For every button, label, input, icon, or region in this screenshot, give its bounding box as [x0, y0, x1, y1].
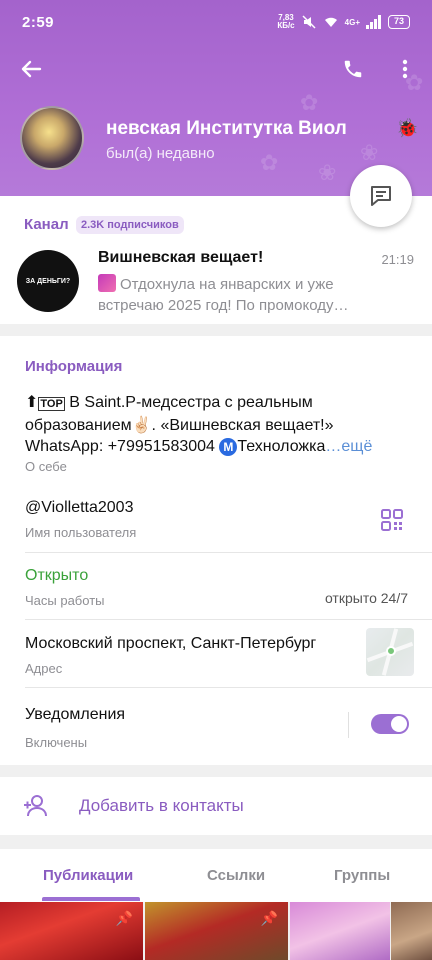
call-button[interactable] [338, 54, 368, 84]
network-type: 4G+ [344, 17, 360, 27]
pattern-doodle: ✿ [300, 90, 319, 115]
bio-line: Техноложка [237, 438, 326, 455]
map-thumbnail[interactable] [366, 628, 414, 676]
wifi-icon [324, 17, 337, 27]
divider [25, 687, 432, 688]
pin-icon: 📌 [260, 910, 278, 926]
channel-avatar[interactable]: ЗА ДЕНЬГИ? [17, 250, 79, 312]
media-thumbnail[interactable] [391, 902, 432, 960]
signal-icon [365, 15, 381, 29]
message-icon [371, 186, 391, 206]
pin-icon: 📌 [115, 910, 133, 926]
hours-label: Часы работы [25, 593, 105, 608]
status-icons: 7,83 КБ/с 4G+ 73 [277, 14, 410, 30]
hours-value: открыто 24/7 [324, 590, 408, 606]
battery-indicator: 73 [387, 15, 410, 29]
tab-groups[interactable]: Группы [334, 867, 390, 884]
status-bar: 2:59 7,83 КБ/с 4G+ 73 [0, 0, 432, 46]
info-header: Информация [25, 358, 123, 375]
arrow-left-icon [21, 60, 42, 78]
more-vertical-icon [402, 59, 408, 79]
bio-more-link[interactable]: …ещё [325, 438, 372, 455]
open-status: Открыто [25, 567, 89, 584]
tab-publications[interactable]: Публикации [43, 867, 133, 884]
bio-text[interactable]: ⬆ TOP В Saint.P-медсестра с реальным обра… [25, 392, 413, 457]
notifications-state: Включены [25, 735, 88, 750]
channel-title[interactable]: Вишневская вещает! [98, 249, 263, 267]
person-add-icon [24, 795, 47, 817]
last-seen-status: был(а) недавно [106, 145, 215, 162]
address-value: Московский проспект, Санкт-Петербург [25, 635, 317, 652]
divider [25, 619, 432, 620]
map-pin-icon [386, 646, 396, 656]
address-label: Адрес [25, 661, 63, 676]
channel-avatar-text: ЗА ДЕНЬГИ? [25, 277, 71, 285]
profile-avatar[interactable] [20, 106, 84, 170]
channel-message-time: 21:19 [381, 252, 414, 267]
pattern-doodle: ✿ [260, 150, 279, 175]
toggle-separator [348, 712, 349, 738]
profile-name-container: невская Институтка Виол [106, 118, 416, 144]
channel-label: Канал [24, 216, 69, 233]
pattern-doodle: ❀ [318, 160, 337, 185]
add-contact-button[interactable]: Добавить в контакты [0, 777, 432, 835]
status-time: 2:59 [22, 14, 55, 31]
qr-code-icon[interactable] [380, 508, 404, 532]
message-button[interactable] [350, 165, 412, 227]
username-label: Имя пользователя [25, 525, 137, 540]
divider [25, 552, 432, 553]
add-contact-label: Добавить в контакты [79, 796, 244, 815]
media-thumbnail[interactable] [290, 902, 390, 960]
preview-text: Отдохнула на январских и уже встречаю 20… [98, 276, 349, 314]
media-thumbnail[interactable]: 📌 [145, 902, 288, 960]
notifications-label: Уведомления [25, 706, 126, 723]
network-speed: 7,83 КБ/с [277, 14, 294, 30]
username-value: @Violletta2003 [25, 499, 134, 516]
speed-unit: КБ/с [277, 21, 295, 30]
info-section: Информация ⬆ TOP В Saint.P-медсестра с ре… [0, 336, 432, 765]
metro-icon: M [219, 438, 238, 456]
channel-message-preview[interactable]: Отдохнула на январских и уже встречаю 20… [98, 274, 398, 316]
back-button[interactable] [16, 54, 46, 84]
preview-thumbnail [98, 274, 116, 292]
phone-icon [344, 60, 362, 78]
profile-name: невская Институтка Виол [106, 118, 347, 139]
profile-header: ✿ ❀ ✿ ❀ ✿ 2:59 7,83 КБ/с 4G+ 73 невская … [0, 0, 432, 196]
top-emoji-icon: TOP [38, 397, 65, 411]
media-tabs: Публикации Ссылки Группы [0, 849, 432, 902]
toggle-knob [391, 716, 407, 732]
up-arrow-icon: ⬆ [25, 394, 39, 411]
media-thumbnail[interactable]: 📌 [0, 902, 143, 960]
subscriber-count-badge: 2.3K подписчиков [76, 216, 184, 234]
bio-label: О себе [25, 459, 67, 474]
ladybug-emoji-icon: 🐞 [396, 118, 419, 138]
more-menu-button[interactable] [390, 54, 420, 84]
mute-icon [302, 15, 316, 29]
notifications-toggle[interactable] [371, 714, 409, 734]
active-tab-indicator [42, 897, 140, 901]
tab-links[interactable]: Ссылки [207, 867, 265, 884]
